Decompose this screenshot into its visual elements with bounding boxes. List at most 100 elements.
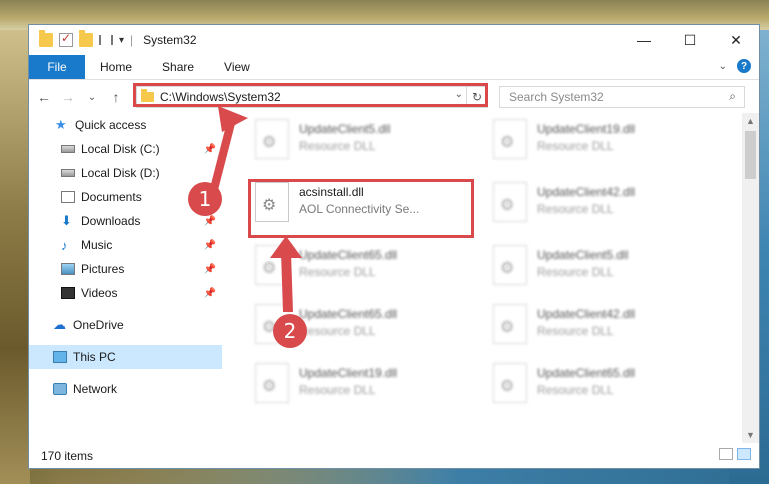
file-list: UpdateClient5.dll Resource DLL acsinstal… — [244, 113, 740, 443]
details-view-icon[interactable] — [719, 448, 733, 460]
download-icon: ⬇ — [61, 213, 72, 228]
sidebar-item-network[interactable]: Network — [29, 377, 222, 401]
dll-file-icon — [493, 119, 527, 159]
search-input[interactable]: Search System32 ⌕ — [499, 86, 745, 108]
file-name: UpdateClient5.dll — [299, 122, 391, 136]
file-tile[interactable]: UpdateClient19.dll Resource DLL — [249, 357, 469, 409]
maximize-button[interactable]: ☐ — [667, 25, 713, 55]
file-type: Resource DLL — [537, 383, 614, 397]
sidebar-item-music[interactable]: ♪ Music 📌 — [29, 233, 222, 257]
navigation-pane: ★ Quick access Local Disk (C:) 📌 Local D… — [29, 113, 222, 443]
toolbar-customize-icon[interactable] — [99, 35, 113, 45]
file-tile[interactable]: UpdateClient65.dll Resource DLL — [487, 357, 707, 409]
sidebar-item-label: Local Disk (D:) — [81, 166, 160, 180]
help-icon[interactable]: ? — [737, 59, 751, 73]
item-count: 170 items — [41, 448, 94, 463]
sidebar-item-label: Videos — [81, 286, 118, 300]
pin-icon[interactable]: 📌 — [204, 144, 216, 155]
ribbon-right-controls: ⌄ ? — [719, 59, 751, 73]
sidebar-item-quick-access[interactable]: ★ Quick access — [29, 113, 222, 137]
file-name: UpdateClient65.dll — [299, 307, 398, 321]
sidebar-item-label: OneDrive — [73, 318, 124, 332]
file-tile[interactable]: UpdateClient5.dll Resource DLL — [487, 239, 707, 291]
drive-icon — [61, 145, 75, 153]
tab-view[interactable]: View — [209, 60, 265, 74]
dll-file-icon — [493, 363, 527, 403]
sidebar-item-onedrive[interactable]: ☁ OneDrive — [29, 313, 222, 337]
sidebar-item-videos[interactable]: Videos 📌 — [29, 281, 222, 305]
callout-badge-2: 2 — [273, 314, 307, 348]
pin-icon[interactable]: 📌 — [204, 264, 216, 275]
file-tile[interactable]: UpdateClient65.dll Resource DLL — [249, 239, 469, 291]
expand-ribbon-icon[interactable]: ⌄ — [719, 61, 727, 72]
desktop-rock-area — [0, 30, 30, 484]
file-explorer-window: ▾ | System32 — ☐ ✕ File Home Share View … — [29, 25, 759, 468]
recent-locations-button[interactable]: ⌄ — [83, 92, 101, 103]
sidebar-item-label: Pictures — [81, 262, 125, 276]
sidebar-item-downloads[interactable]: ⬇ Downloads 📌 — [29, 209, 222, 233]
file-type: Resource DLL — [537, 324, 614, 338]
pin-icon[interactable]: 📌 — [204, 240, 216, 251]
dll-file-icon — [493, 182, 527, 222]
sidebar-item-label: Music — [81, 238, 113, 252]
drive-icon — [61, 169, 75, 177]
sidebar-item-label: Quick access — [75, 118, 147, 132]
file-name: UpdateClient65.dll — [299, 248, 398, 262]
dll-file-icon — [493, 245, 527, 285]
file-type: Resource DLL — [299, 383, 376, 397]
status-bar: 170 items — [29, 443, 759, 468]
music-note-icon: ♪ — [61, 237, 68, 253]
sidebar-item-local-disk-c[interactable]: Local Disk (C:) 📌 — [29, 137, 222, 161]
folder-icon[interactable] — [39, 30, 53, 47]
file-type: Resource DLL — [537, 202, 614, 216]
sidebar-item-local-disk-d[interactable]: Local Disk (D:) — [29, 161, 222, 185]
sidebar-item-this-pc[interactable]: This PC — [29, 345, 222, 369]
dll-file-icon — [255, 119, 289, 159]
network-icon — [53, 383, 67, 395]
vertical-scrollbar[interactable]: ▲ ▼ — [742, 113, 759, 443]
callout-badge-1: 1 — [188, 182, 222, 216]
dll-file-icon — [255, 245, 289, 285]
scroll-up-icon[interactable]: ▲ — [742, 113, 759, 129]
sidebar-item-pictures[interactable]: Pictures 📌 — [29, 257, 222, 281]
sidebar-item-label: Documents — [81, 190, 142, 204]
file-tile[interactable]: UpdateClient42.dll Resource DLL — [487, 298, 707, 350]
close-button[interactable]: ✕ — [713, 25, 759, 55]
file-tile[interactable]: UpdateClient19.dll Resource DLL — [487, 113, 707, 165]
file-tile[interactable]: UpdateClient5.dll Resource DLL — [249, 113, 469, 165]
up-button[interactable]: ↑ — [107, 89, 125, 105]
file-name: UpdateClient19.dll — [299, 366, 398, 380]
star-icon: ★ — [55, 117, 67, 132]
search-icon: ⌕ — [729, 89, 736, 103]
file-type: Resource DLL — [537, 139, 614, 153]
properties-icon[interactable] — [59, 31, 73, 47]
sidebar-item-label: Network — [73, 382, 118, 396]
back-button[interactable]: ← — [35, 89, 53, 105]
pin-icon[interactable]: 📌 — [204, 216, 216, 227]
minimize-button[interactable]: — — [621, 25, 667, 55]
file-name: UpdateClient19.dll — [537, 122, 636, 136]
tab-share[interactable]: Share — [147, 60, 209, 74]
dll-file-icon — [493, 304, 527, 344]
sidebar-item-label: Local Disk (C:) — [81, 142, 160, 156]
scroll-down-icon[interactable]: ▼ — [742, 427, 759, 443]
new-folder-icon[interactable] — [79, 30, 93, 47]
file-tile[interactable]: UpdateClient42.dll Resource DLL — [487, 176, 707, 228]
file-name: UpdateClient42.dll — [537, 307, 636, 321]
file-type: Resource DLL — [299, 324, 376, 338]
tab-file[interactable]: File — [29, 55, 85, 79]
file-highlight-box — [248, 179, 474, 238]
forward-button[interactable]: → — [59, 89, 77, 105]
tiles-view-icon[interactable] — [737, 448, 751, 460]
file-name: UpdateClient65.dll — [537, 366, 636, 380]
view-toggle — [719, 448, 751, 460]
file-name: UpdateClient5.dll — [537, 248, 629, 262]
file-name: UpdateClient42.dll — [537, 185, 636, 199]
sidebar-item-label: This PC — [73, 350, 116, 364]
scroll-thumb[interactable] — [745, 131, 756, 179]
tab-home[interactable]: Home — [85, 60, 147, 74]
file-type: Resource DLL — [299, 139, 376, 153]
document-icon — [61, 191, 75, 203]
pin-icon[interactable]: 📌 — [204, 288, 216, 299]
toolbar-dropdown-icon[interactable]: ▾ — [119, 35, 124, 46]
